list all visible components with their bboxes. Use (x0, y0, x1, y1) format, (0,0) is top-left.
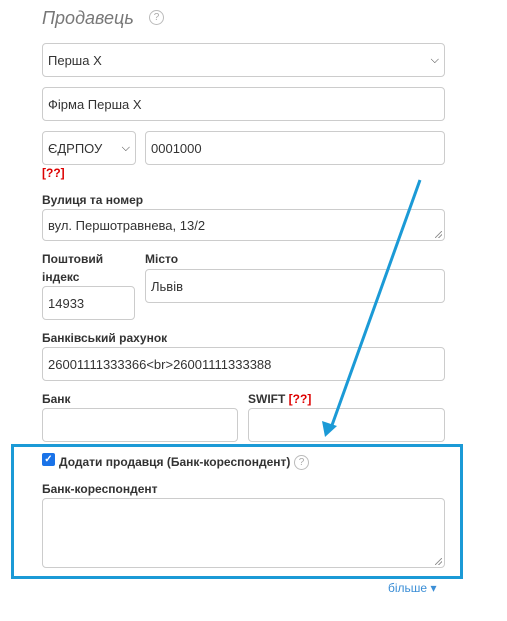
annotation-arrow (322, 179, 422, 437)
